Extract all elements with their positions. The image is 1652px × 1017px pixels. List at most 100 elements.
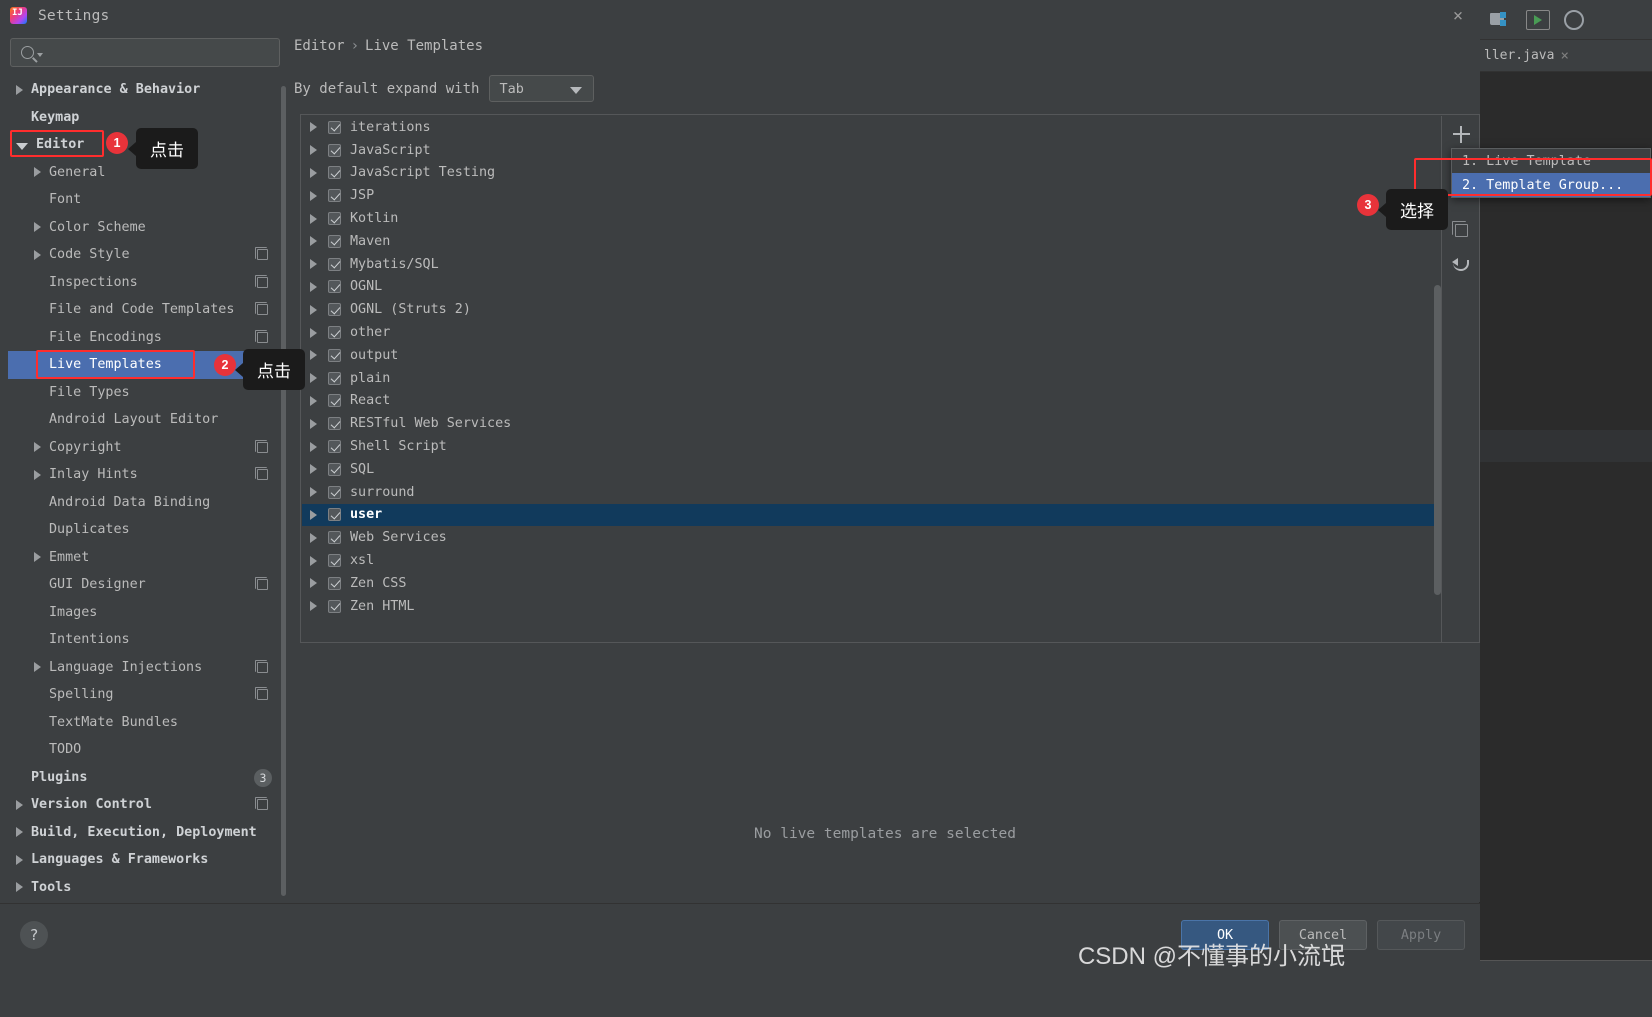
- chevron-right-icon[interactable]: [310, 555, 317, 566]
- sidebar-scrollbar-thumb[interactable]: [281, 86, 286, 896]
- template-group-row[interactable]: plain: [302, 367, 1442, 390]
- sidebar-item-file-and-code-templates[interactable]: File and Code Templates: [8, 296, 280, 324]
- template-group-row[interactable]: Shell Script: [302, 435, 1442, 458]
- chevron-right-icon[interactable]: [310, 464, 317, 475]
- template-group-checkbox[interactable]: [328, 371, 341, 385]
- sidebar-item-android-layout-editor[interactable]: Android Layout Editor: [8, 406, 280, 434]
- template-group-checkbox[interactable]: [328, 599, 341, 613]
- chevron-right-icon[interactable]: [34, 662, 41, 673]
- search-input[interactable]: [10, 38, 280, 67]
- template-group-row[interactable]: Maven: [302, 230, 1442, 253]
- chevron-right-icon[interactable]: [310, 350, 317, 361]
- popup-menu-item[interactable]: 2. Template Group...: [1452, 173, 1650, 197]
- sidebar-item-plugins[interactable]: Plugins 3: [8, 764, 280, 792]
- chevron-right-icon[interactable]: [310, 441, 317, 452]
- template-group-checkbox[interactable]: [328, 326, 341, 340]
- add-template-button[interactable]: [1442, 116, 1480, 152]
- sidebar-item-build-execution-deployment[interactable]: Build, Execution, Deployment: [8, 819, 280, 847]
- template-group-checkbox[interactable]: [328, 417, 341, 431]
- chevron-right-icon[interactable]: [310, 304, 317, 315]
- sidebar-item-emmet[interactable]: Emmet: [8, 544, 280, 572]
- chevron-right-icon[interactable]: [34, 249, 41, 260]
- sidebar-item-version-control[interactable]: Version Control: [8, 791, 280, 819]
- template-group-checkbox[interactable]: [328, 234, 341, 248]
- template-group-row[interactable]: iterations: [302, 116, 1442, 139]
- breadcrumb-root[interactable]: Editor: [294, 38, 345, 54]
- template-groups-list[interactable]: iterations JavaScript JavaScript Testing JS…: [302, 116, 1442, 643]
- template-group-row[interactable]: other: [302, 321, 1442, 344]
- chevron-right-icon[interactable]: [16, 882, 23, 893]
- chevron-right-icon[interactable]: [310, 236, 317, 247]
- run-icon[interactable]: [1526, 9, 1550, 30]
- chevron-right-icon[interactable]: [34, 552, 41, 563]
- copy-settings-icon[interactable]: [255, 797, 268, 810]
- template-group-checkbox[interactable]: [328, 143, 341, 157]
- chevron-right-icon[interactable]: [34, 469, 41, 480]
- expand-with-select[interactable]: Tab: [489, 75, 595, 102]
- sidebar-item-android-data-binding[interactable]: Android Data Binding: [8, 489, 280, 517]
- sidebar-item-appearance-behavior[interactable]: Appearance & Behavior: [8, 76, 280, 104]
- chevron-right-icon[interactable]: [16, 827, 23, 838]
- template-group-row[interactable]: Kotlin: [302, 207, 1442, 230]
- chevron-down-icon[interactable]: [16, 142, 28, 150]
- sidebar-item-inlay-hints[interactable]: Inlay Hints: [8, 461, 280, 489]
- copy-settings-icon[interactable]: [255, 302, 268, 315]
- chevron-right-icon[interactable]: [310, 395, 317, 406]
- template-group-checkbox[interactable]: [328, 462, 341, 476]
- sidebar-item-color-scheme[interactable]: Color Scheme: [8, 214, 280, 242]
- template-group-row[interactable]: JSP: [302, 184, 1442, 207]
- template-group-row[interactable]: xsl: [302, 549, 1442, 572]
- sidebar-item-file-types[interactable]: File Types: [8, 379, 280, 407]
- template-group-checkbox[interactable]: [328, 303, 341, 317]
- sidebar-item-keymap[interactable]: Keymap: [8, 104, 280, 132]
- template-group-checkbox[interactable]: [328, 189, 341, 203]
- sidebar-item-file-encodings[interactable]: File Encodings: [8, 324, 280, 352]
- template-group-row[interactable]: Zen HTML: [302, 595, 1442, 618]
- chevron-right-icon[interactable]: [310, 167, 317, 178]
- add-template-popup-menu[interactable]: 1. Live Template 2. Template Group...: [1451, 148, 1651, 198]
- sidebar-item-gui-designer[interactable]: GUI Designer: [8, 571, 280, 599]
- template-group-row[interactable]: Web Services: [302, 526, 1442, 549]
- template-group-row[interactable]: SQL: [302, 458, 1442, 481]
- template-list-scrollbar[interactable]: [1434, 285, 1441, 595]
- close-icon[interactable]: ×: [1449, 6, 1467, 26]
- template-group-row[interactable]: Zen CSS: [302, 572, 1442, 595]
- template-group-row[interactable]: output: [302, 344, 1442, 367]
- chevron-right-icon[interactable]: [310, 190, 317, 201]
- chevron-right-icon[interactable]: [310, 259, 317, 270]
- chevron-right-icon[interactable]: [34, 442, 41, 453]
- template-group-checkbox[interactable]: [328, 394, 341, 408]
- template-group-checkbox[interactable]: [328, 348, 341, 362]
- sidebar-item-language-injections[interactable]: Language Injections: [8, 654, 280, 682]
- template-group-checkbox[interactable]: [328, 440, 341, 454]
- template-group-checkbox[interactable]: [328, 576, 341, 590]
- sidebar-item-todo[interactable]: TODO: [8, 736, 280, 764]
- sidebar-item-copyright[interactable]: Copyright: [8, 434, 280, 462]
- template-group-checkbox[interactable]: [328, 531, 341, 545]
- chevron-right-icon[interactable]: [16, 799, 23, 810]
- template-group-row[interactable]: React: [302, 390, 1442, 413]
- chevron-right-icon[interactable]: [310, 373, 317, 384]
- template-group-row[interactable]: OGNL (Struts 2): [302, 298, 1442, 321]
- copy-settings-icon[interactable]: [255, 659, 268, 673]
- sidebar-item-textmate-bundles[interactable]: TextMate Bundles: [8, 709, 280, 737]
- help-button[interactable]: ?: [20, 921, 48, 949]
- chevron-right-icon[interactable]: [310, 281, 317, 292]
- copy-settings-icon[interactable]: [255, 247, 268, 260]
- sidebar-item-spelling[interactable]: Spelling: [8, 681, 280, 709]
- copy-settings-icon[interactable]: [255, 329, 268, 343]
- template-group-checkbox[interactable]: [328, 166, 341, 180]
- template-group-row[interactable]: OGNL: [302, 276, 1442, 299]
- chevron-right-icon[interactable]: [34, 167, 41, 178]
- revert-template-button[interactable]: [1442, 248, 1480, 284]
- template-group-row[interactable]: Mybatis/SQL: [302, 253, 1442, 276]
- template-group-row[interactable]: JavaScript Testing: [302, 162, 1442, 185]
- sidebar-item-images[interactable]: Images: [8, 599, 280, 627]
- apply-button[interactable]: Apply: [1377, 920, 1465, 950]
- copy-settings-icon[interactable]: [255, 467, 268, 480]
- chevron-right-icon[interactable]: [310, 418, 317, 429]
- template-group-checkbox[interactable]: [328, 554, 341, 568]
- sidebar-item-font[interactable]: Font: [8, 186, 280, 214]
- ide-tab-close-icon[interactable]: ×: [1560, 48, 1568, 64]
- project-structure-icon[interactable]: [1490, 11, 1512, 29]
